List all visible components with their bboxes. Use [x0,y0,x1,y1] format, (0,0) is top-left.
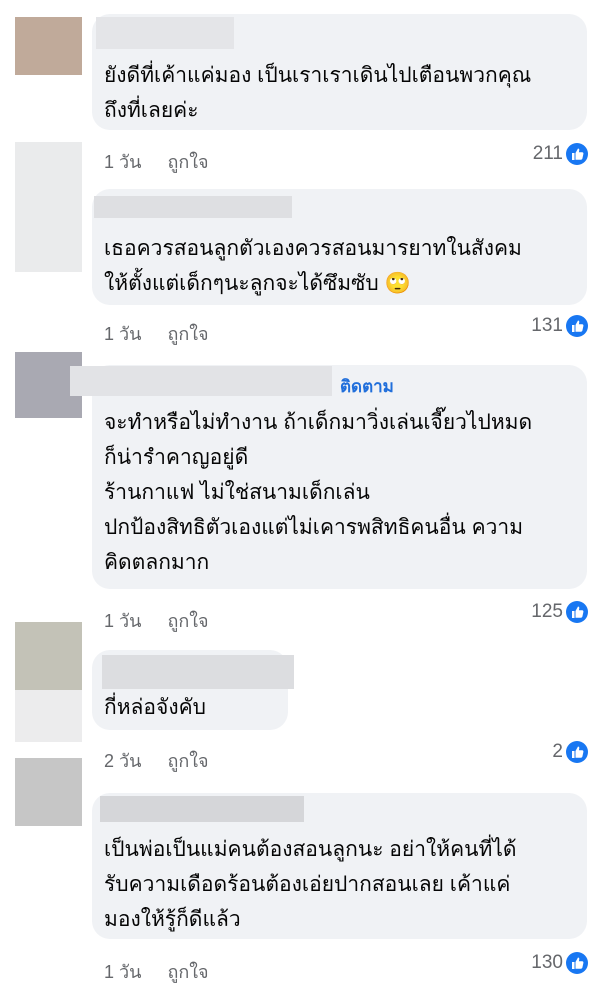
reaction-count-value: 211 [532,143,563,164]
reaction-count-value: 125 [531,601,563,622]
comment-time[interactable]: 2 วัน [104,751,141,771]
comment-text: เธอควรสอนลูกตัวเองควรสอนมารยาทในสังคม ให… [104,231,522,301]
comment-time[interactable]: 1 วัน [104,152,141,172]
reaction-count[interactable]: 211 [533,143,588,165]
comment-meta: 1 วัน ถูกใจ [104,957,209,986]
reaction-count-value: 130 [531,952,563,973]
comment-time[interactable]: 1 วัน [104,962,141,982]
comment-meta: 1 วัน ถูกใจ [104,147,209,176]
comment-text: กี่หล่อจังคับ [104,696,206,719]
comment-time[interactable]: 1 วัน [104,611,141,631]
reaction-count-value: 2 [552,741,563,762]
commenter-name-blurred[interactable] [100,796,304,822]
avatar[interactable] [15,622,82,690]
comment-meta: 1 วัน ถูกใจ [104,319,209,348]
avatar-shadow [15,690,82,742]
thumbs-up-icon [566,315,588,337]
comment-text: ยังดีที่เค้าแค่มอง เป็นเราเราเดินไปเตือน… [104,64,532,122]
commenter-name-blurred[interactable] [102,655,294,689]
eye-roll-emoji: 🙄 [384,272,411,295]
comment-meta: 1 วัน ถูกใจ [104,606,209,635]
reaction-count[interactable]: 131 [531,315,588,337]
like-button[interactable]: ถูกใจ [167,751,208,771]
avatar[interactable] [15,758,82,826]
thumbs-up-icon [566,601,588,623]
comment-time[interactable]: 1 วัน [104,324,141,344]
commenter-name-blurred[interactable] [94,196,292,218]
commenter-name-blurred[interactable] [70,366,332,396]
follow-button[interactable]: ติดตาม [340,373,394,400]
avatar[interactable] [15,17,82,75]
reaction-count[interactable]: 2 [552,741,588,763]
reaction-count-value: 131 [531,315,563,336]
comment-meta: 2 วัน ถูกใจ [104,746,209,775]
reaction-count[interactable]: 125 [531,601,588,623]
comment-text: เป็นพ่อเป็นแม่คนต้องสอนลูกนะ อย่าให้คนที… [104,838,517,931]
thumbs-up-icon [566,952,588,974]
like-button[interactable]: ถูกใจ [167,611,208,631]
thumbs-up-icon [566,143,588,165]
commenter-name-blurred[interactable] [96,17,234,49]
comment-text-content: เธอควรสอนลูกตัวเองควรสอนมารยาทในสังคม ให… [104,237,522,295]
like-button[interactable]: ถูกใจ [167,324,208,344]
avatar[interactable] [15,142,82,272]
like-button[interactable]: ถูกใจ [167,962,208,982]
comment-text: จะทำหรือไม่ทำงาน ถ้าเด็กมาวิ่งเล่นเจี๊ยว… [104,411,533,574]
reaction-count[interactable]: 130 [531,952,588,974]
like-button[interactable]: ถูกใจ [167,152,208,172]
thumbs-up-icon [566,741,588,763]
